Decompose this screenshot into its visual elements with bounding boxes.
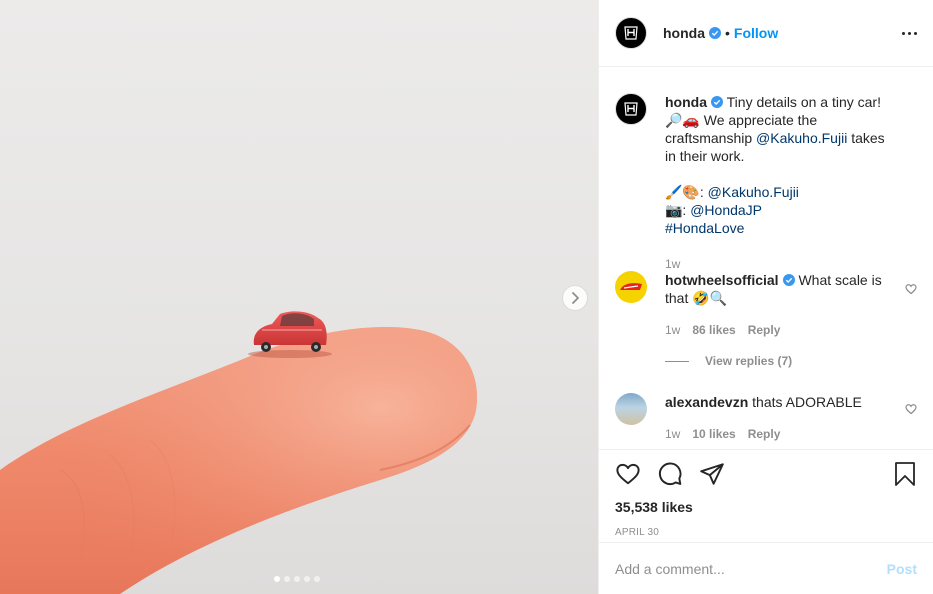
reply-button[interactable]: Reply bbox=[748, 425, 781, 443]
comment-button[interactable] bbox=[657, 461, 683, 487]
comment-meta: 1w 86 likes Reply bbox=[665, 321, 897, 339]
carousel-dot bbox=[314, 576, 320, 582]
honda-logo-icon bbox=[624, 26, 638, 40]
author-avatar[interactable] bbox=[615, 93, 647, 125]
like-count[interactable]: 35,538 likes bbox=[615, 499, 917, 515]
comment-meta: 1w 10 likes Reply bbox=[665, 425, 897, 443]
share-icon bbox=[700, 463, 724, 485]
view-replies-button[interactable]: View replies (7) bbox=[665, 354, 792, 368]
verified-icon bbox=[711, 96, 723, 108]
mention-link[interactable]: @HondaJP bbox=[690, 202, 762, 218]
like-button[interactable] bbox=[615, 461, 641, 487]
view-replies-label: View replies (7) bbox=[705, 354, 793, 368]
hashtag-link[interactable]: #HondaLove bbox=[665, 220, 744, 236]
save-button[interactable] bbox=[893, 461, 917, 487]
mention-link[interactable]: @Kakuho.Fujii bbox=[756, 130, 847, 146]
commenter-avatar[interactable] bbox=[615, 393, 647, 425]
more-icon[interactable] bbox=[902, 31, 917, 35]
carousel-next-button[interactable] bbox=[562, 285, 588, 311]
comment-username[interactable]: alexandevzn bbox=[665, 394, 748, 410]
post-date[interactable]: APRIL 30 bbox=[615, 527, 917, 538]
comment-likes[interactable]: 10 likes bbox=[692, 425, 735, 443]
author-username[interactable]: honda bbox=[663, 25, 705, 41]
reply-button[interactable]: Reply bbox=[748, 321, 781, 339]
caption: honda Tiny details on a tiny car! 🔎🚗 We … bbox=[615, 93, 917, 273]
chevron-right-icon bbox=[572, 292, 579, 304]
author-avatar[interactable] bbox=[615, 17, 647, 49]
carousel-dot bbox=[284, 576, 290, 582]
honda-logo-icon bbox=[624, 102, 638, 116]
carousel-dot bbox=[294, 576, 300, 582]
post-header: honda • Follow bbox=[599, 0, 933, 67]
comment-likes[interactable]: 86 likes bbox=[692, 321, 735, 339]
add-comment-bar: Post bbox=[599, 542, 933, 594]
comment-body: alexandevzn thats ADORABLE 1w 10 likes R… bbox=[665, 393, 897, 443]
comment-body: hotwheelsofficial What scale is that 🤣🔍 … bbox=[665, 271, 897, 339]
mention-link[interactable]: @Kakuho.Fujii bbox=[708, 184, 799, 200]
carousel-dot bbox=[304, 576, 310, 582]
post-actions: 35,538 likes APRIL 30 bbox=[599, 449, 933, 538]
action-icons bbox=[615, 460, 917, 488]
view-replies-line bbox=[665, 360, 689, 362]
post-comment-button[interactable]: Post bbox=[887, 561, 917, 577]
comment: hotwheelsofficial What scale is that 🤣🔍 … bbox=[615, 271, 917, 339]
caption-credit-prefix: 📷: bbox=[665, 202, 687, 218]
comment: alexandevzn thats ADORABLE 1w 10 likes R… bbox=[615, 393, 917, 443]
comment-time[interactable]: 1w bbox=[665, 425, 680, 443]
like-comment-heart-icon[interactable] bbox=[905, 403, 917, 415]
carousel-dot bbox=[274, 576, 280, 582]
comment-username[interactable]: hotwheelsofficial bbox=[665, 272, 779, 288]
comment-time[interactable]: 1w bbox=[665, 321, 680, 339]
share-button[interactable] bbox=[699, 461, 725, 487]
post-media[interactable] bbox=[0, 0, 598, 594]
separator: • bbox=[725, 25, 730, 41]
like-comment-heart-icon[interactable] bbox=[905, 283, 917, 295]
comment-icon bbox=[658, 462, 682, 486]
tiny-car-on-finger-photo bbox=[0, 311, 477, 594]
verified-icon bbox=[709, 27, 721, 39]
hotwheels-logo-icon bbox=[620, 283, 642, 290]
caption-text: honda Tiny details on a tiny car! 🔎🚗 We … bbox=[665, 93, 897, 273]
heart-icon bbox=[616, 463, 640, 485]
comments-list[interactable]: honda Tiny details on a tiny car! 🔎🚗 We … bbox=[599, 67, 933, 449]
post-side-panel: honda • Follow honda Tiny details on a t… bbox=[598, 0, 933, 594]
caption-credit-prefix: 🖌️🎨: bbox=[665, 184, 704, 200]
comment-input[interactable] bbox=[615, 560, 887, 577]
comment-text: thats ADORABLE bbox=[752, 394, 862, 410]
instagram-post: honda • Follow honda Tiny details on a t… bbox=[0, 0, 933, 594]
caption-username[interactable]: honda bbox=[665, 94, 707, 110]
commenter-avatar[interactable] bbox=[615, 271, 647, 303]
follow-button[interactable]: Follow bbox=[734, 25, 778, 41]
verified-icon bbox=[782, 274, 795, 286]
carousel-indicator bbox=[274, 576, 320, 582]
bookmark-icon bbox=[895, 462, 915, 486]
